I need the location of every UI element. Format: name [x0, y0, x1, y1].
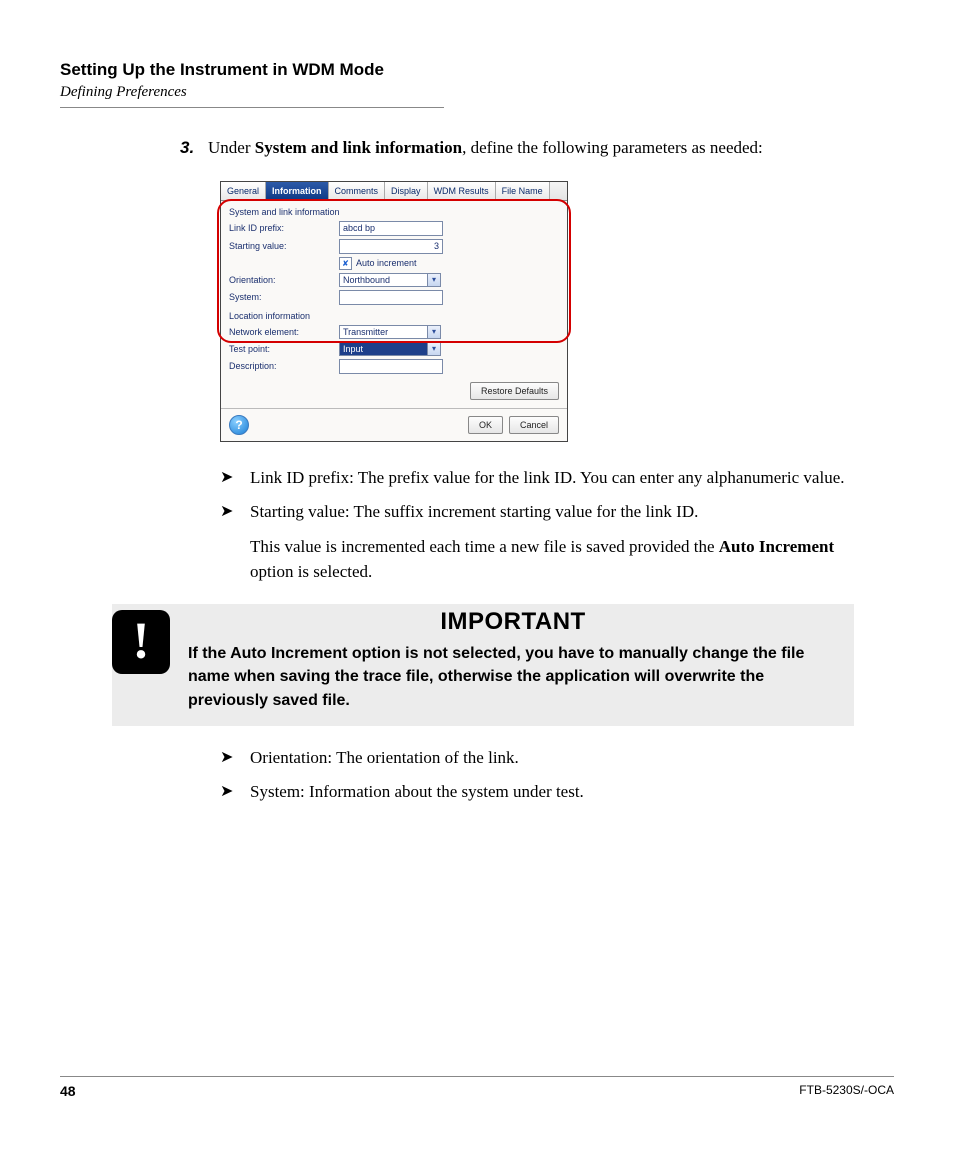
section-title: Setting Up the Instrument in WDM Mode [60, 60, 894, 80]
page-footer: 48 FTB-5230S/-OCA [60, 1076, 894, 1099]
help-icon[interactable]: ? [229, 415, 249, 435]
cancel-button[interactable]: Cancel [509, 416, 559, 434]
tab-information[interactable]: Information [266, 182, 329, 200]
tab-file-name[interactable]: File Name [496, 182, 550, 200]
sub-pre: This value is incremented each time a ne… [250, 537, 719, 556]
input-starting-value[interactable] [339, 239, 443, 254]
bullet-sub-paragraph: This value is incremented each time a ne… [250, 535, 854, 584]
bullet-item: ➤ System: Information about the system u… [220, 780, 854, 805]
chevron-down-icon: ▾ [427, 343, 440, 355]
restore-defaults-button[interactable]: Restore Defaults [470, 382, 559, 400]
input-link-id-prefix[interactable] [339, 221, 443, 236]
bullet-item: ➤ Starting value: The suffix increment s… [220, 500, 854, 584]
label-description: Description: [229, 361, 339, 371]
bullet-icon: ➤ [220, 746, 250, 771]
tab-comments[interactable]: Comments [329, 182, 386, 200]
label-link-id-prefix: Link ID prefix: [229, 223, 339, 233]
exclamation-icon [112, 610, 170, 674]
bullet-icon: ➤ [220, 780, 250, 805]
dropdown-test-point-value: Input [340, 343, 427, 355]
bullet-text-line: Starting value: The suffix increment sta… [250, 502, 698, 521]
group-system-link-info: System and link information [229, 207, 559, 217]
step-text-post: , define the following parameters as nee… [462, 138, 763, 157]
dropdown-orientation[interactable]: Northbound ▾ [339, 273, 441, 287]
tab-general[interactable]: General [221, 182, 266, 200]
input-description[interactable] [339, 359, 443, 374]
bullet-text: Link ID prefix: The prefix value for the… [250, 466, 854, 491]
chevron-down-icon: ▾ [427, 274, 440, 286]
label-network-element: Network element: [229, 327, 339, 337]
step-text-bold: System and link information [255, 138, 462, 157]
bullet-item: ➤ Link ID prefix: The prefix value for t… [220, 466, 854, 491]
step-number: 3. [180, 136, 208, 161]
label-auto-increment: Auto increment [356, 258, 417, 268]
step-row: 3. Under System and link information, de… [180, 136, 854, 161]
chevron-down-icon: ▾ [427, 326, 440, 338]
sub-bold: Auto Increment [719, 537, 834, 556]
group-location-info: Location information [229, 311, 559, 321]
header-rule [60, 107, 444, 108]
important-title: IMPORTANT [188, 608, 838, 636]
bullet-item: ➤ Orientation: The orientation of the li… [220, 746, 854, 771]
label-test-point: Test point: [229, 344, 339, 354]
label-system: System: [229, 292, 339, 302]
bullet-text: System: Information about the system und… [250, 780, 854, 805]
dropdown-network-element-value: Transmitter [340, 326, 427, 338]
sub-post: option is selected. [250, 562, 372, 581]
dropdown-test-point[interactable]: Input ▾ [339, 342, 441, 356]
tab-wdm-results[interactable]: WDM Results [428, 182, 496, 200]
bullet-text: Orientation: The orientation of the link… [250, 746, 854, 771]
bullet-icon: ➤ [220, 500, 250, 584]
label-orientation: Orientation: [229, 275, 339, 285]
important-callout: IMPORTANT If the Auto Increment option i… [112, 604, 854, 726]
input-system[interactable] [339, 290, 443, 305]
label-starting-value: Starting value: [229, 241, 339, 251]
step-text-pre: Under [208, 138, 255, 157]
step-text: Under System and link information, defin… [208, 136, 854, 161]
tab-bar: General Information Comments Display WDM… [221, 182, 567, 201]
model-number: FTB-5230S/-OCA [799, 1083, 894, 1099]
section-subtitle: Defining Preferences [60, 84, 894, 101]
dropdown-orientation-value: Northbound [340, 274, 427, 286]
tab-display[interactable]: Display [385, 182, 428, 200]
preferences-dialog: General Information Comments Display WDM… [220, 181, 568, 442]
page-number: 48 [60, 1083, 76, 1099]
ok-button[interactable]: OK [468, 416, 503, 434]
bullet-text: Starting value: The suffix increment sta… [250, 500, 854, 584]
checkbox-auto-increment[interactable]: ✘ [339, 257, 352, 270]
important-text: If the Auto Increment option is not sele… [188, 642, 838, 712]
dropdown-network-element[interactable]: Transmitter ▾ [339, 325, 441, 339]
bullet-icon: ➤ [220, 466, 250, 491]
